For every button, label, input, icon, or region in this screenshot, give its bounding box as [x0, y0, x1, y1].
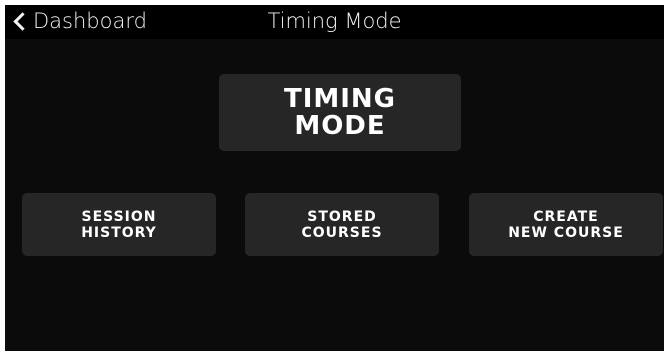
- tile-label-line1: SESSION: [81, 208, 157, 225]
- tile-label-line1: TIMING: [283, 83, 397, 114]
- session-history-button[interactable]: SESSION HISTORY: [22, 193, 216, 256]
- tile-label-line2: HISTORY: [81, 224, 157, 241]
- app-screen: Dashboard Timing Mode TIMING MODE SESSIO…: [5, 5, 664, 351]
- tile-label-line1: STORED: [307, 208, 377, 225]
- page-title: Timing Mode: [267, 9, 402, 33]
- timing-mode-tile[interactable]: TIMING MODE: [219, 74, 461, 151]
- create-new-course-button[interactable]: CREATE NEW COURSE: [469, 193, 663, 256]
- stored-courses-button[interactable]: STORED COURSES: [245, 193, 439, 256]
- tile-label-line1: CREATE: [533, 208, 599, 225]
- tile-label-line2: MODE: [294, 110, 386, 141]
- top-bar: Dashboard Timing Mode: [5, 5, 664, 39]
- tile-label-line2: COURSES: [301, 224, 383, 241]
- tile-label-line2: NEW COURSE: [508, 224, 624, 241]
